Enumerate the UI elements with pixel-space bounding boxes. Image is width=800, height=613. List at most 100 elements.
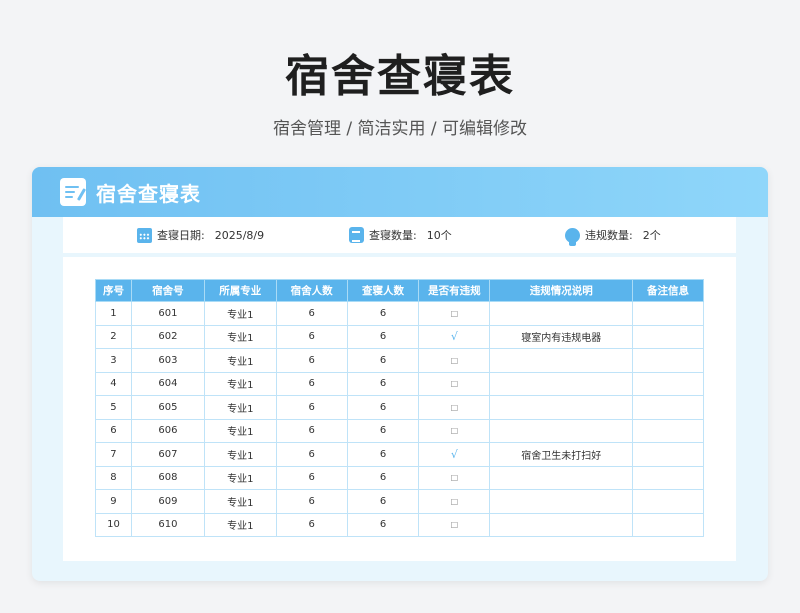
lightbulb-icon: [565, 227, 580, 246]
table-body: 1 601 专业1 6 6 □ 2 602 专业1 6 6 √ 寝室内有违规电器 3 603 专业1 6 6 □ 4 6…: [95, 301, 704, 537]
cell-col-major: 专业1: [203, 371, 277, 396]
cell-col-index: 9: [95, 489, 132, 514]
table-row: 4 604 专业1 6 6 □: [95, 371, 704, 396]
cell-col-major: 专业1: [203, 395, 277, 420]
cell-col-violation: √: [418, 324, 491, 349]
cell-col-violation-desc: [489, 395, 634, 420]
cell-col-violation-desc: 宿舍卫生未打扫好: [489, 442, 634, 467]
cell-col-capacity: 6: [275, 301, 348, 326]
header-col-room: 宿舍号: [130, 279, 205, 302]
cell-col-remarks: [632, 301, 704, 326]
cell-col-capacity: 6: [275, 371, 348, 396]
info-bar: 查寝日期: 2025/8/9 查寝数量: 10个 违规数量: 2个: [63, 217, 736, 253]
info-date: 查寝日期: 2025/8/9: [137, 227, 264, 243]
cell-col-violation-desc: [489, 301, 634, 326]
violation-value: 2个: [642, 229, 661, 242]
cell-col-checked: 6: [346, 301, 420, 326]
cell-col-room: 607: [130, 442, 205, 467]
cell-col-major: 专业1: [203, 465, 277, 490]
page-title: 宿舍查寝表: [285, 51, 515, 102]
cell-col-major: 专业1: [203, 348, 277, 373]
cell-col-violation: □: [418, 348, 491, 373]
cell-col-violation: □: [418, 465, 491, 490]
table-row: 7 607 专业1 6 6 √ 宿舍卫生未打扫好: [95, 442, 704, 467]
cell-col-major: 专业1: [203, 489, 277, 514]
page-subtitle: 宿舍管理 / 简洁实用 / 可编辑修改: [272, 119, 528, 139]
cell-col-remarks: [632, 442, 704, 467]
cell-col-remarks: [632, 465, 704, 490]
cell-col-violation: √: [418, 442, 491, 467]
cell-col-checked: 6: [346, 512, 420, 537]
cell-col-checked: 6: [346, 395, 420, 420]
calendar-icon: [137, 227, 152, 243]
document-icon: [349, 227, 364, 243]
cell-col-violation-desc: [489, 371, 634, 396]
table-row: 2 602 专业1 6 6 √ 寝室内有违规电器: [95, 324, 704, 349]
cell-col-checked: 6: [346, 371, 420, 396]
header-col-violation-desc: 违规情况说明: [489, 279, 634, 302]
violation-label: 违规数量:: [585, 229, 633, 242]
cell-col-remarks: [632, 395, 704, 420]
cell-col-checked: 6: [346, 442, 420, 467]
cell-col-major: 专业1: [203, 301, 277, 326]
cell-col-capacity: 6: [275, 489, 348, 514]
cell-col-checked: 6: [346, 418, 420, 443]
cell-col-major: 专业1: [203, 442, 277, 467]
cell-col-index: 6: [95, 418, 132, 443]
cell-col-checked: 6: [346, 324, 420, 349]
info-count: 查寝数量: 10个: [349, 227, 452, 243]
cell-col-capacity: 6: [275, 395, 348, 420]
table-row: 1 601 专业1 6 6 □: [95, 301, 704, 326]
table-row: 5 605 专业1 6 6 □: [95, 395, 704, 420]
cell-col-remarks: [632, 418, 704, 443]
cell-col-room: 610: [130, 512, 205, 537]
cell-col-index: 1: [95, 301, 132, 326]
cell-col-index: 8: [95, 465, 132, 490]
header-col-violation: 是否有违规: [418, 279, 491, 302]
cell-col-violation-desc: 寝室内有违规电器: [489, 324, 634, 349]
cell-col-major: 专业1: [203, 324, 277, 349]
cell-col-remarks: [632, 512, 704, 537]
cell-col-room: 603: [130, 348, 205, 373]
cell-col-checked: 6: [346, 489, 420, 514]
table-row: 8 608 专业1 6 6 □: [95, 465, 704, 490]
table-row: 6 606 专业1 6 6 □: [95, 418, 704, 443]
cell-col-violation-desc: [489, 418, 634, 443]
cell-col-violation: □: [418, 301, 491, 326]
cell-col-violation-desc: [489, 512, 634, 537]
cell-col-violation: □: [418, 512, 491, 537]
cell-col-remarks: [632, 371, 704, 396]
header-col-index: 序号: [95, 279, 132, 302]
table-row: 3 603 专业1 6 6 □: [95, 348, 704, 373]
cell-col-room: 605: [130, 395, 205, 420]
cell-col-violation-desc: [489, 348, 634, 373]
cell-col-capacity: 6: [275, 324, 348, 349]
date-label: 查寝日期:: [157, 229, 205, 242]
cell-col-remarks: [632, 324, 704, 349]
inspection-table: 序号 宿舍号 所属专业 宿舍人数 查寝人数 是否有违规 违规情况说明 备注信息 1 601 专业1…: [95, 279, 704, 537]
inspection-card: 宿舍查寝表 查寝日期: 2025/8/9 查寝数量: 10个 违规数量: 2个 …: [32, 167, 768, 581]
cell-col-index: 4: [95, 371, 132, 396]
cell-col-room: 609: [130, 489, 205, 514]
cell-col-room: 606: [130, 418, 205, 443]
cell-col-major: 专业1: [203, 512, 277, 537]
cell-col-remarks: [632, 489, 704, 514]
table-row: 10 610 专业1 6 6 □: [95, 512, 704, 537]
document-edit-icon: [60, 178, 87, 206]
cell-col-checked: 6: [346, 348, 420, 373]
table-container: 序号 宿舍号 所属专业 宿舍人数 查寝人数 是否有违规 违规情况说明 备注信息 1 601 专业1…: [63, 257, 736, 561]
count-value: 10个: [426, 229, 452, 242]
cell-col-violation: □: [418, 489, 491, 514]
cell-col-violation: □: [418, 418, 491, 443]
count-label: 查寝数量:: [369, 229, 417, 242]
cell-col-index: 3: [95, 348, 132, 373]
header-col-checked: 查寝人数: [346, 279, 420, 302]
cell-col-room: 608: [130, 465, 205, 490]
table-row: 9 609 专业1 6 6 □: [95, 489, 704, 514]
cell-col-violation: □: [418, 395, 491, 420]
cell-col-room: 602: [130, 324, 205, 349]
header-col-capacity: 宿舍人数: [275, 279, 348, 302]
header-col-major: 所属专业: [203, 279, 277, 302]
cell-col-checked: 6: [346, 465, 420, 490]
cell-col-capacity: 6: [275, 442, 348, 467]
